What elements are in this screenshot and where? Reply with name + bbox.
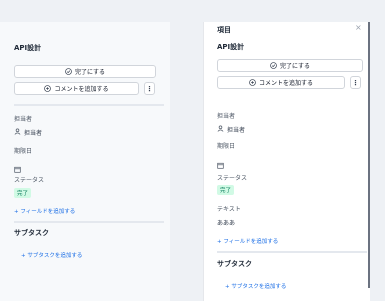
complete-button[interactable]: 完了にする: [14, 65, 156, 78]
due-date-label: 期限日: [217, 143, 236, 150]
user-icon: [217, 125, 224, 134]
divider: [14, 104, 164, 106]
background-strip: [370, 22, 385, 301]
task-title: API設計: [217, 43, 245, 51]
calendar-icon[interactable]: [217, 154, 224, 173]
assignee-field[interactable]: 担当者: [14, 128, 42, 137]
status-label: ステータス: [14, 177, 45, 184]
status-badge[interactable]: 完了: [14, 188, 32, 198]
add-comment-button[interactable]: コメントを追加する: [217, 76, 345, 89]
add-comment-label: コメントを追加する: [54, 86, 109, 93]
check-circle-icon: [65, 68, 72, 75]
add-comment-label: コメントを追加する: [258, 80, 313, 87]
assignee-value: 担当者: [227, 127, 246, 134]
complete-button-label: 完了にする: [279, 63, 311, 70]
text-field-label: テキスト: [217, 206, 241, 213]
more-options-button[interactable]: ⋮: [144, 82, 155, 95]
right-task-panel: 項目 × API設計 完了にする コメントを追加する ⋮ 担当者 担当者 期限日…: [203, 22, 370, 301]
more-options-button[interactable]: ⋮: [350, 76, 361, 89]
task-title: API設計: [14, 44, 42, 52]
add-field-link[interactable]: + フィールドを追加する: [14, 207, 75, 215]
complete-button[interactable]: 完了にする: [217, 59, 363, 72]
subtasks-title: サブタスク: [14, 229, 49, 237]
status-label: ステータス: [217, 175, 248, 182]
add-comment-button[interactable]: コメントを追加する: [14, 82, 139, 95]
close-icon[interactable]: ×: [355, 23, 362, 32]
add-subtask-link[interactable]: + サブタスクを追加する: [225, 282, 286, 290]
left-task-panel: API設計 完了にする コメントを追加する ⋮ 担当者 担当者 期限日 ステータ…: [0, 22, 170, 301]
due-date-label: 期限日: [14, 148, 33, 155]
add-field-link[interactable]: + フィールドを追加する: [217, 237, 278, 245]
assignee-label: 担当者: [14, 116, 33, 123]
assignee-label: 担当者: [217, 113, 236, 120]
assignee-value: 担当者: [24, 130, 43, 137]
add-subtask-link[interactable]: + サブタスクを追加する: [21, 251, 82, 259]
divider: [217, 251, 367, 253]
text-field-value[interactable]: あああ: [217, 218, 235, 227]
complete-button-label: 完了にする: [74, 69, 106, 76]
subtasks-title: サブタスク: [217, 260, 252, 268]
comment-icon: [44, 85, 52, 92]
divider: [14, 221, 164, 223]
panel-header: 項目: [217, 26, 231, 34]
user-icon: [14, 128, 21, 137]
comment-icon: [249, 79, 256, 86]
assignee-field[interactable]: 担当者: [217, 125, 245, 134]
check-circle-icon: [270, 62, 277, 69]
status-badge[interactable]: 完了: [217, 185, 235, 195]
